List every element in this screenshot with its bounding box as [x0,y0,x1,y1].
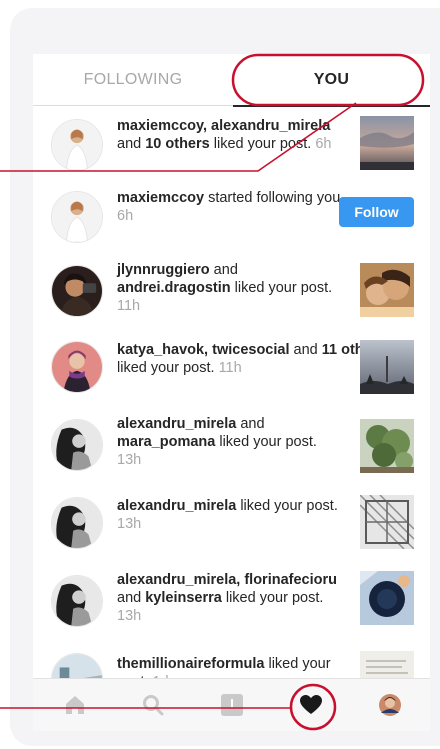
tab-following[interactable]: FOLLOWING [33,54,233,106]
post-thumbnail[interactable] [360,495,414,549]
username[interactable]: maxiemccoy, alexandru_mirela [117,118,330,134]
text-fragment: and [117,590,146,606]
home-icon [66,696,84,714]
timestamp: 13h [117,516,142,532]
activity-tabs: FOLLOWING YOU [33,54,430,107]
action-text: liked your [264,656,331,672]
username[interactable]: kyleinserra [145,590,222,606]
username[interactable]: themillionaireformula [117,656,264,672]
avatar[interactable] [51,191,103,243]
post-thumbnail[interactable] [360,263,414,317]
heart-icon [300,695,322,714]
timestamp: 11h [218,360,242,376]
camera-icon [221,694,243,716]
nav-profile[interactable] [360,679,420,731]
avatar[interactable] [51,265,103,317]
notification-text: katya_havok, twicesocial and 11 others l… [117,341,385,377]
action-text: liked your post. [221,590,324,606]
activity-screen: FOLLOWING YOU maxiemccoy, alexandru_mire… [33,54,430,731]
action-text: liked your post. [215,434,317,450]
list-item[interactable]: alexandru_mirela liked your post. 13h [33,485,430,561]
action-text: liked your post. [117,360,215,376]
timestamp: 6h [315,136,332,152]
avatar[interactable] [51,119,103,171]
username[interactable]: jlynnruggiero [117,262,210,278]
notification-text: alexandru_mirela and mara_pomana liked y… [117,415,355,469]
list-item[interactable]: katya_havok, twicesocial and 11 others l… [33,331,430,405]
list-item[interactable]: alexandru_mirela and mara_pomana liked y… [33,405,430,485]
notification-text: maxiemccoy started following you. 6h [117,189,355,225]
timestamp: 6h [117,208,134,224]
post-thumbnail[interactable] [360,116,414,170]
profile-avatar [379,694,401,716]
timestamp: 11h [117,298,141,314]
username[interactable]: andrei.dragostin [117,280,231,296]
tab-you-label: YOU [313,71,350,88]
username[interactable]: alexandru_mirela [117,416,236,432]
username[interactable]: alexandru_mirela, florinafecioru [117,572,337,588]
bottom-nav [33,678,430,731]
avatar[interactable] [51,419,103,471]
post-thumbnail[interactable] [360,340,414,394]
nav-activity[interactable] [281,679,341,731]
nav-home[interactable] [45,679,105,731]
action-text: liked your post. [236,498,338,514]
list-item[interactable]: maxiemccoy started following you. 6h Fol… [33,179,430,251]
username[interactable]: alexandru_mirela [117,498,236,514]
avatar[interactable] [51,341,103,393]
avatar[interactable] [51,497,103,549]
notification-text: alexandru_mirela, florinafecioru and kyl… [117,571,355,625]
nav-search[interactable] [123,679,183,731]
nav-camera[interactable] [202,679,262,731]
timestamp: 13h [117,452,142,468]
text-fragment: and [209,262,238,278]
action-text: liked your post. [209,136,312,152]
notification-text: alexandru_mirela liked your post. 13h [117,497,355,533]
list-item[interactable]: jlynnruggiero and andrei.dragostin liked… [33,251,430,331]
username[interactable]: katya_havok, twicesocial [117,342,290,358]
list-item[interactable]: alexandru_mirela, florinafecioru and kyl… [33,561,430,641]
username[interactable]: mara_pomana [117,434,215,450]
post-thumbnail[interactable] [360,419,414,473]
others-count[interactable]: 10 others [145,136,209,152]
text-fragment: and [236,416,265,432]
action-text: started following you. [204,190,345,206]
tab-you[interactable]: YOU [233,54,430,107]
notification-text: jlynnruggiero and andrei.dragostin liked… [117,261,355,315]
post-thumbnail[interactable] [360,571,414,625]
action-text: liked your post. [230,280,333,296]
avatar[interactable] [51,575,103,627]
timestamp: 13h [117,608,142,624]
notification-text: maxiemccoy, alexandru_mirela and 10 othe… [117,117,355,153]
text-fragment: and [289,342,322,358]
follow-button[interactable]: Follow [339,197,414,227]
list-item[interactable]: maxiemccoy, alexandru_mirela and 10 othe… [33,107,430,179]
text-fragment: and [117,136,146,152]
username[interactable]: maxiemccoy [117,190,204,206]
search-icon [143,695,164,716]
